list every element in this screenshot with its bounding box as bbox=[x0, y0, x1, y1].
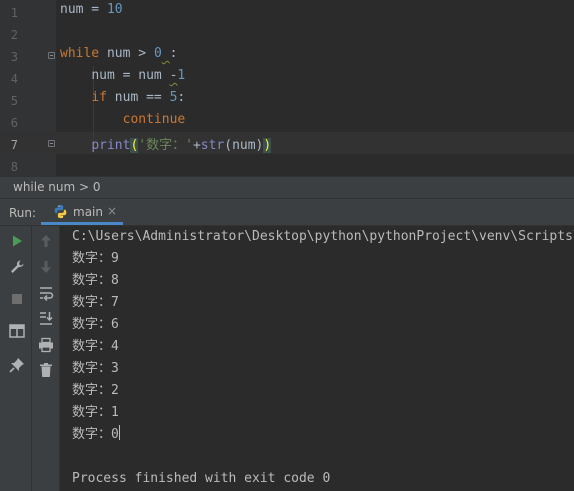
code-line-5[interactable]: if num == 5: bbox=[0, 90, 574, 112]
token-condition: num == bbox=[106, 90, 170, 105]
token-colon: : bbox=[169, 46, 178, 61]
token-keyword: continue bbox=[122, 112, 186, 127]
token-condition: num > bbox=[99, 46, 154, 61]
token-keyword: while bbox=[60, 46, 100, 61]
python-icon bbox=[53, 204, 68, 219]
ide-window: 1 2 3 4 5 6 7 8 num = 10 while num > 0 :… bbox=[0, 0, 574, 491]
console-line: 数字：6 bbox=[72, 317, 119, 332]
token-operator: + bbox=[192, 138, 201, 153]
console-line: 数字：7 bbox=[72, 295, 119, 310]
console-line: 数字：4 bbox=[72, 339, 119, 354]
token-keyword: if bbox=[91, 90, 107, 105]
run-icon[interactable] bbox=[8, 232, 26, 250]
console-line: 数字：1 bbox=[72, 405, 119, 420]
run-toolbar-secondary bbox=[32, 226, 60, 491]
run-tab-label: main bbox=[73, 205, 103, 219]
scroll-to-end-icon[interactable] bbox=[37, 309, 55, 327]
text-cursor bbox=[118, 425, 120, 440]
pin-icon[interactable] bbox=[8, 356, 26, 374]
code-line-3[interactable]: while num > 0 : bbox=[0, 46, 574, 68]
pep8-warning-space bbox=[162, 46, 170, 61]
stop-icon[interactable] bbox=[8, 290, 26, 308]
run-tool-window-header: Run: main × bbox=[0, 198, 574, 226]
code-line-1[interactable]: num = 10 bbox=[0, 2, 574, 24]
print-icon[interactable] bbox=[37, 336, 55, 354]
run-panel: C:\Users\Administrator\Desktop\python\py… bbox=[0, 226, 574, 491]
console-line: 数字：2 bbox=[72, 383, 119, 398]
console-line: 数字：8 bbox=[72, 273, 119, 288]
console-line: 数字：3 bbox=[72, 361, 119, 376]
code-line-4[interactable]: num = num -1 bbox=[0, 68, 574, 90]
up-arrow-icon[interactable] bbox=[37, 232, 55, 250]
breadcrumb[interactable]: while num > 0 bbox=[0, 176, 574, 198]
console-line-text: 数字：0 bbox=[72, 427, 119, 442]
breadcrumb-item[interactable]: while num > 0 bbox=[13, 180, 101, 194]
run-title: Run: bbox=[9, 206, 37, 220]
token-paren-matched: ) bbox=[263, 138, 272, 153]
layout-icon[interactable] bbox=[8, 322, 26, 340]
console-output[interactable]: C:\Users\Administrator\Desktop\python\py… bbox=[72, 226, 574, 491]
console-exit-message: Process finished with exit code 0 bbox=[72, 471, 331, 486]
code-line-7[interactable]: print('数字：'+str(num)) bbox=[0, 134, 574, 156]
token-builtin: print bbox=[91, 138, 131, 153]
token-string: '数字：' bbox=[138, 138, 193, 153]
token-number: 0 bbox=[153, 46, 162, 61]
console-line: 数字：9 bbox=[72, 251, 119, 266]
token-expression: num = num bbox=[91, 68, 170, 83]
code-line-6[interactable]: continue bbox=[0, 112, 574, 134]
token-number: 1 bbox=[177, 68, 186, 83]
token-colon: : bbox=[177, 90, 186, 105]
token-arguments: (num) bbox=[224, 138, 264, 153]
console-command: C:\Users\Administrator\Desktop\python\py… bbox=[72, 229, 574, 244]
token-number: 10 bbox=[106, 2, 123, 17]
down-arrow-icon[interactable] bbox=[37, 258, 55, 276]
trash-icon[interactable] bbox=[37, 361, 55, 379]
soft-wrap-icon[interactable] bbox=[37, 284, 55, 302]
token-operator: = bbox=[83, 2, 107, 17]
close-icon[interactable]: × bbox=[107, 204, 117, 218]
wrench-icon[interactable] bbox=[8, 258, 26, 276]
token-builtin: str bbox=[200, 138, 225, 153]
run-tab-main[interactable]: main × bbox=[41, 199, 123, 225]
code-editor[interactable]: 1 2 3 4 5 6 7 8 num = 10 while num > 0 :… bbox=[0, 0, 574, 176]
token-variable: num bbox=[60, 2, 84, 17]
run-toolbar-primary bbox=[0, 226, 32, 491]
console-line-last: 数字：0 bbox=[72, 424, 120, 446]
